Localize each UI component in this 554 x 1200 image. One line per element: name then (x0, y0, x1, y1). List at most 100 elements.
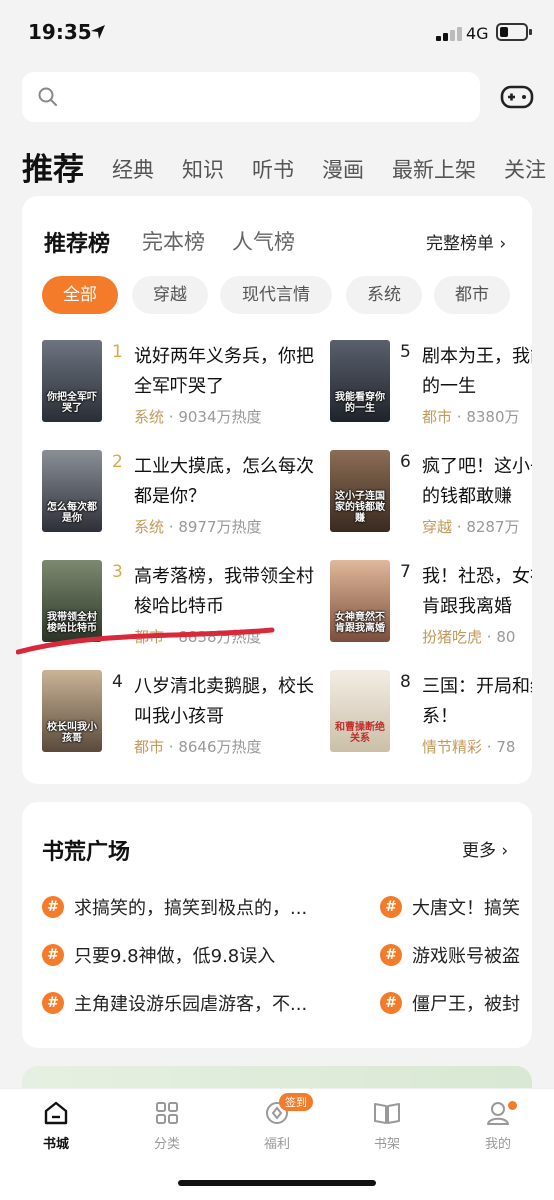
book-meta: 都市 · 8646万热度 (134, 736, 262, 757)
search-bar[interactable] (22, 72, 480, 122)
book-meta: 系统 · 9034万热度 (134, 406, 262, 427)
tab-classic[interactable]: 经典 (112, 154, 154, 184)
topic-item[interactable]: # 大唐文！搞笑 (380, 894, 532, 924)
book-title: 我！社恐，女神竟然不肯跟我离婚 (422, 566, 532, 617)
hashtag-icon: # (380, 944, 402, 966)
book-heat: · 8380万 (456, 408, 520, 426)
nav-category[interactable]: 分类 (127, 1099, 207, 1159)
book-item[interactable]: 和曹操断绝关系 8 三国：开局和绝父子关系！ 情节精彩 · 78 (330, 670, 532, 760)
battery-icon (496, 23, 532, 41)
search-icon (38, 87, 57, 106)
book-title: 八岁清北卖鹅腿，校长叫我小孩哥 (134, 676, 314, 727)
hashtag-icon: # (42, 896, 64, 918)
topic-item[interactable]: # 求搞笑的，搞笑到极点的，... (42, 894, 332, 924)
book-meta: 情节精彩 · 78 (422, 736, 515, 757)
topic-text: 大唐文！搞笑 (412, 898, 520, 919)
network-label: 4G (466, 24, 489, 43)
rank-number: 1 (112, 342, 123, 362)
ranking-tab-popular[interactable]: 人气榜 (232, 226, 295, 256)
book-forum-card: 书荒广场 更多 › # 求搞笑的，搞笑到极点的，... # 大唐文！搞笑 # 只… (22, 802, 532, 1048)
book-genre: 情节精彩 (422, 738, 483, 756)
book-cover: 女神竟然不肯跟我离婚 (330, 560, 390, 642)
checkin-badge: 签到 (279, 1093, 313, 1111)
topic-text: 主角建设游乐园虐游客，不... (74, 994, 308, 1015)
tab-audiobook[interactable]: 听书 (252, 154, 294, 184)
book-title: 疯了吧！这小子连国家的钱都敢赚 (422, 456, 532, 507)
nav-label: 福利 (263, 1137, 290, 1152)
hashtag-icon: # (42, 944, 64, 966)
topic-item[interactable]: # 游戏账号被盗 (380, 942, 532, 972)
nav-bookstore[interactable]: 书城 (16, 1099, 96, 1159)
book-title: 说好两年义务兵，你把全军吓哭了 (134, 346, 314, 397)
tab-comics[interactable]: 漫画 (322, 154, 364, 184)
tab-new-arrivals[interactable]: 最新上架 (392, 154, 476, 184)
book-genre: 都市 (422, 408, 453, 426)
nav-welfare[interactable]: 签到 福利 (237, 1093, 317, 1159)
book-cover: 我能看穿你的一生 (330, 340, 390, 422)
tab-recommend[interactable]: 推荐 (22, 144, 84, 189)
topic-text: 求搞笑的，搞笑到极点的，... (74, 898, 308, 919)
top-tab-bar: 推荐 经典 知识 听书 漫画 最新上架 关注 (0, 132, 554, 192)
book-meta: 穿越 · 8287万 (422, 516, 520, 537)
chip-urban[interactable]: 都市 (434, 276, 510, 314)
book-cover: 你把全军吓哭了 (42, 340, 102, 422)
search-input[interactable] (70, 82, 460, 112)
book-icon (374, 1103, 400, 1124)
chip-modern-romance[interactable]: 现代言情 (220, 276, 332, 314)
nav-label: 分类 (153, 1137, 180, 1152)
ranking-tab-recommend[interactable]: 推荐榜 (44, 226, 110, 258)
tab-knowledge[interactable]: 知识 (182, 154, 224, 184)
nav-profile[interactable]: 我的 (458, 1099, 538, 1159)
book-genre: 系统 (134, 518, 165, 536)
book-item[interactable]: 我能看穿你的一生 5 剧本为王，我能看穿你的一生 都市 · 8380万 (330, 340, 532, 430)
book-genre: 系统 (134, 408, 165, 426)
full-list-link[interactable]: 完整榜单 › (426, 229, 506, 254)
book-item[interactable]: 怎么每次都是你 2 工业大摸底，怎么每次都是你？ 系统 · 8977万热度 (42, 450, 314, 540)
topic-text: 只要9.8神做，低9.8误入 (74, 946, 276, 967)
book-item[interactable]: 你把全军吓哭了 1 说好两年义务兵，你把全军吓哭了 系统 · 9034万热度 (42, 340, 314, 430)
book-heat: · 8646万热度 (168, 738, 262, 756)
book-heat: · 80 (486, 628, 516, 646)
rank-number: 8 (400, 672, 411, 692)
book-title: 三国：开局和绝父子关系！ (422, 676, 532, 727)
ranking-tab-completed[interactable]: 完本榜 (142, 226, 205, 256)
book-heat: · 8287万 (456, 518, 520, 536)
topic-item[interactable]: # 僵尸王，被封 (380, 990, 532, 1020)
rank-number: 4 (112, 672, 123, 692)
book-heat: · 78 (486, 738, 516, 756)
rank-number: 7 (400, 562, 411, 582)
chip-all[interactable]: 全部 (42, 276, 118, 314)
chip-time-travel[interactable]: 穿越 (132, 276, 208, 314)
signal-icon (436, 25, 462, 41)
book-item[interactable]: 女神竟然不肯跟我离婚 7 我！社恐，女神竟然不肯跟我离婚 扮猪吃虎 · 80 (330, 560, 532, 650)
book-title: 剧本为王，我能看穿你的一生 (422, 346, 532, 397)
nav-label: 我的 (484, 1137, 511, 1152)
book-genre: 都市 (134, 738, 165, 756)
hashtag-icon: # (42, 992, 64, 1014)
chip-system[interactable]: 系统 (346, 276, 422, 314)
book-item[interactable]: 这小子连国家的钱都敢赚 6 疯了吧！这小子连国家的钱都敢赚 穿越 · 8287万 (330, 450, 532, 540)
red-underline-annotation (16, 627, 275, 655)
location-arrow-icon (91, 25, 105, 39)
forum-title: 书荒广场 (42, 840, 131, 865)
nav-bookshelf[interactable]: 书架 (347, 1099, 427, 1159)
topic-text: 僵尸王，被封 (412, 994, 520, 1015)
gamepad-icon[interactable] (498, 78, 536, 116)
grid-icon (156, 1102, 178, 1124)
book-cover: 这小子连国家的钱都敢赚 (330, 450, 390, 532)
rank-number: 2 (112, 452, 123, 472)
forum-more-link[interactable]: 更多 › (462, 836, 508, 861)
topic-item[interactable]: # 只要9.8神做，低9.8误入 (42, 942, 332, 972)
book-meta: 扮猪吃虎 · 80 (422, 626, 515, 647)
hashtag-icon: # (380, 896, 402, 918)
book-title: 工业大摸底，怎么每次都是你？ (134, 456, 314, 507)
tab-following[interactable]: 关注 (504, 154, 546, 184)
book-heat: · 9034万热度 (168, 408, 262, 426)
nav-label: 书架 (373, 1137, 400, 1152)
book-meta: 系统 · 8977万热度 (134, 516, 262, 537)
book-cover: 怎么每次都是你 (42, 450, 102, 532)
book-item[interactable]: 校长叫我小孩哥 4 八岁清北卖鹅腿，校长叫我小孩哥 都市 · 8646万热度 (42, 670, 314, 760)
topic-item[interactable]: # 主角建设游乐园虐游客，不... (42, 990, 332, 1020)
home-indicator (178, 1180, 376, 1186)
hashtag-icon: # (380, 992, 402, 1014)
